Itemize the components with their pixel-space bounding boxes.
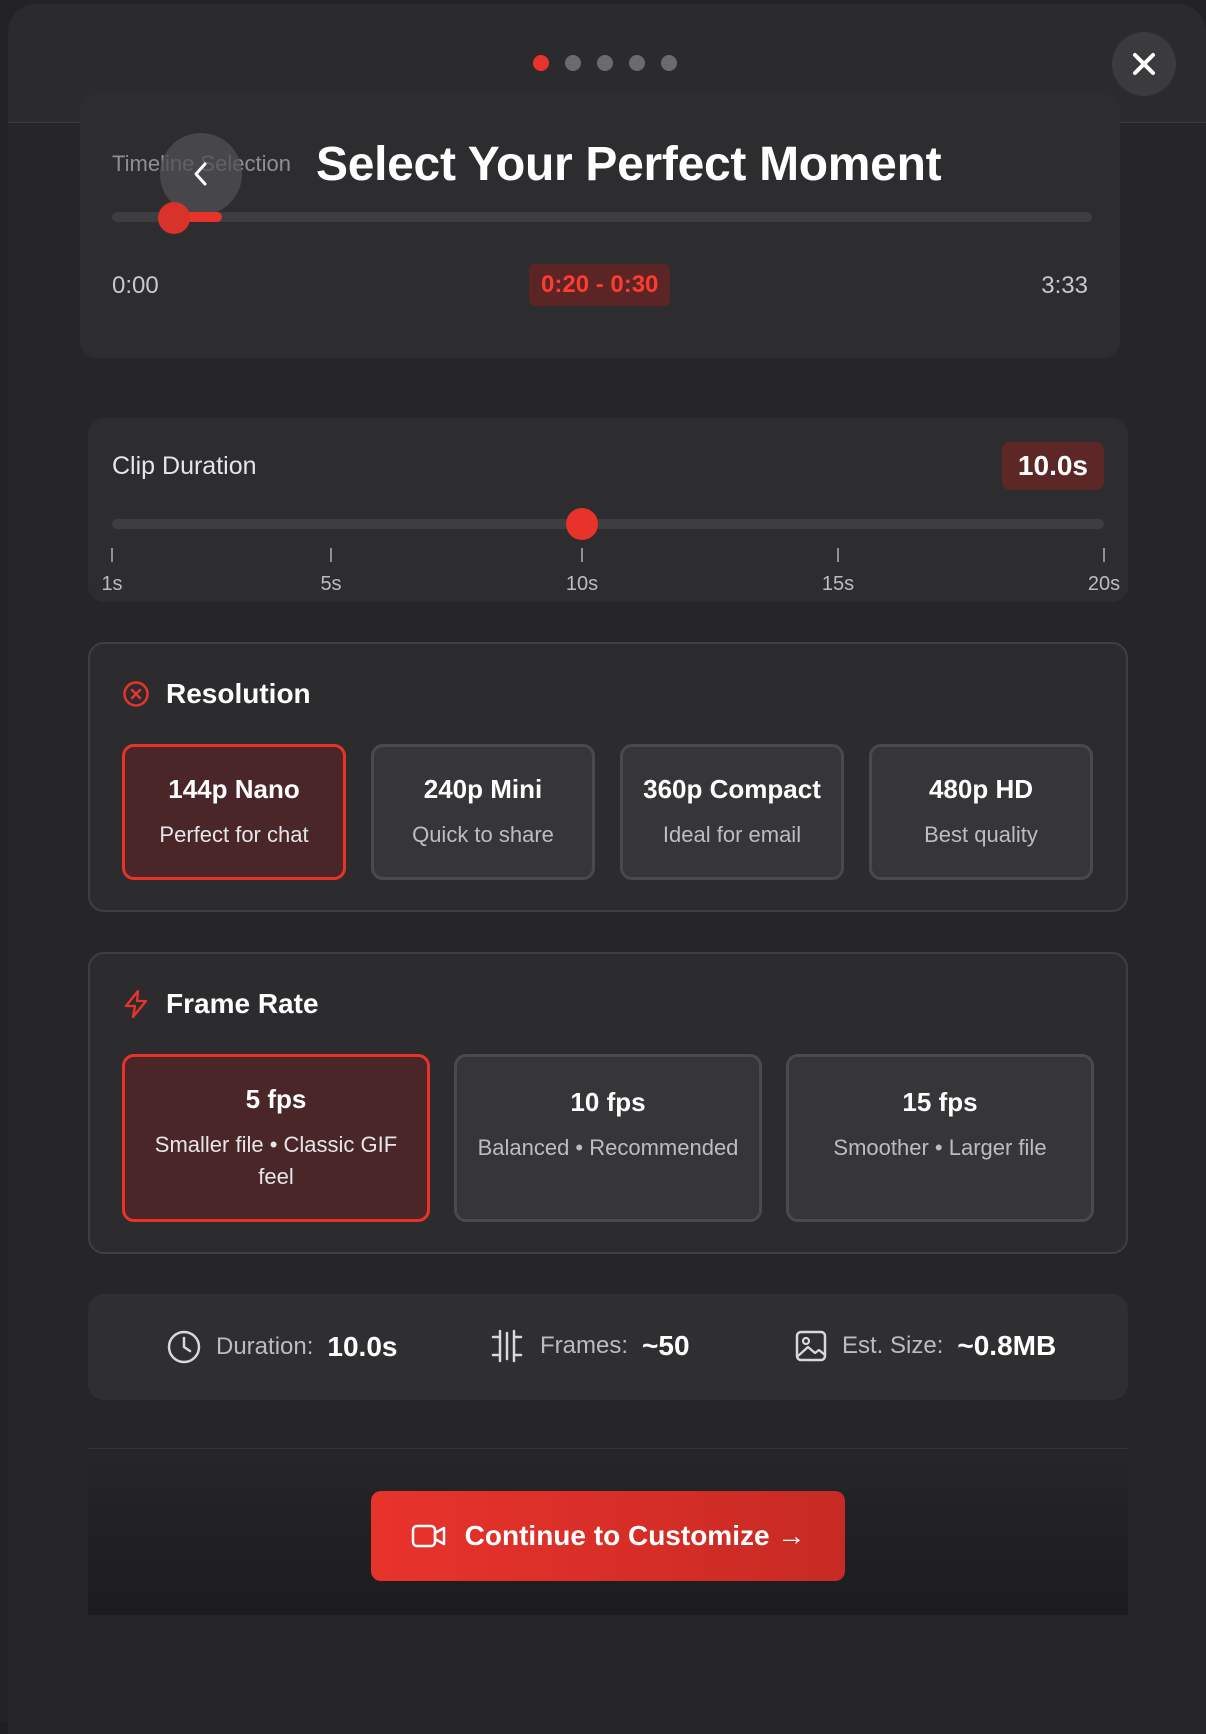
step-dot-3[interactable] [597,55,613,71]
summary-duration-label: Duration: [216,1333,314,1360]
summary-frames-value: ~50 [642,1330,690,1361]
step-indicator [533,55,677,71]
option-subtitle: Ideal for email [662,821,802,847]
step-dot-2[interactable] [565,55,581,71]
timeline-handle[interactable] [158,202,190,234]
continue-button-label: Continue to Customize → [464,1520,806,1551]
timeline-card: Timeline Selection Select Your Perfect M… [80,94,1120,358]
frame-rate-card: Frame Rate 5 fps Smaller file • Classic … [88,952,1128,1254]
tick-label-15s: 15s [821,573,855,595]
gif-creator-modal: Timeline Selection Select Your Perfect M… [8,4,1206,1734]
tick-label-5s: 5s [320,573,342,595]
option-subtitle: Balanced • Recommended [477,1135,739,1160]
tick-mark [837,548,839,562]
timeline-track[interactable] [112,212,1092,222]
close-icon [1133,53,1155,75]
summary-duration: Duration: 10.0s [166,1329,397,1365]
selected-range-badge: 0:20 - 0:30 [529,264,671,306]
tick-label-20s: 20s [1087,573,1121,595]
summary-size: Est. Size: ~0.8MB [794,1329,1056,1363]
option-title: 360p Compact [643,773,821,804]
option-subtitle: Perfect for chat [159,821,309,847]
option-title: 15 fps [902,1087,978,1117]
tick-label-10s: 10s [565,573,599,595]
close-button[interactable] [1112,32,1176,96]
resolution-option-144p[interactable]: 144p Nano Perfect for chat [122,744,346,880]
tick-label-1s: 1s [101,573,123,595]
frame-rate-option-5fps[interactable]: 5 fps Smaller file • Classic GIF feel [122,1054,430,1222]
step-dot-1[interactable] [533,55,549,71]
option-title: 10 fps [570,1087,646,1117]
film-frames-icon [491,1329,523,1363]
x-circle-icon [123,681,149,707]
frame-rate-option-10fps[interactable]: 10 fps Balanced • Recommended [454,1054,762,1222]
option-subtitle: Smoother • Larger file [833,1135,1047,1160]
frame-rate-option-15fps[interactable]: 15 fps Smoother • Larger file [786,1054,1094,1222]
summary-frames: Frames: ~50 [488,1329,690,1363]
summary-size-value: ~0.8MB [957,1330,1057,1361]
clock-icon [167,1330,201,1364]
resolution-header: Resolution [122,678,311,710]
continue-to-customize-button[interactable]: Continue to Customize → [371,1491,845,1581]
clip-duration-value: 10.0s [1001,442,1104,490]
timeline-start-time: 0:00 [112,272,159,299]
summary-frames-label: Frames: [540,1332,629,1359]
clip-duration-card: Clip Duration 10.0s 1s 5s 10s 15s 20s [88,418,1128,602]
image-icon [795,1330,827,1362]
step-dot-5[interactable] [661,55,677,71]
resolution-card: Resolution 144p Nano Perfect for chat 24… [88,642,1128,912]
step-dot-4[interactable] [629,55,645,71]
page-title: Select Your Perfect Moment [316,138,942,191]
tick-mark [330,548,332,562]
option-title: 5 fps [245,1083,307,1114]
lightning-icon [124,989,148,1019]
frame-rate-title: Frame Rate [166,988,319,1019]
summary-size-label: Est. Size: [842,1332,944,1359]
option-subtitle: Smaller file • Classic GIF feel [154,1131,398,1189]
resolution-option-360p[interactable]: 360p Compact Ideal for email [620,744,844,880]
duration-slider-track[interactable] [112,519,1104,529]
video-camera-icon [411,1524,445,1548]
option-title: 480p HD [928,773,1034,804]
option-title: 144p Nano [168,773,300,804]
summary-bar: Duration: 10.0s Frames: ~50 Est. Size: ~… [88,1294,1128,1400]
resolution-option-480p[interactable]: 480p HD Best quality [869,744,1093,880]
modal-footer: Continue to Customize → [88,1448,1128,1615]
tick-mark [1103,548,1105,562]
summary-duration-value: 10.0s [327,1331,398,1362]
duration-slider-handle[interactable] [566,508,598,540]
option-subtitle: Best quality [924,821,1038,847]
resolution-title: Resolution [166,678,311,709]
tick-mark [581,548,583,562]
resolution-option-240p[interactable]: 240p Mini Quick to share [371,744,595,880]
option-subtitle: Quick to share [412,821,554,847]
timeline-end-time: 3:33 [1041,272,1088,299]
frame-rate-header: Frame Rate [122,988,319,1020]
tick-mark [111,548,113,562]
clip-duration-label: Clip Duration [112,452,257,480]
chevron-left-icon [194,162,207,186]
option-title: 240p Mini [423,773,543,804]
